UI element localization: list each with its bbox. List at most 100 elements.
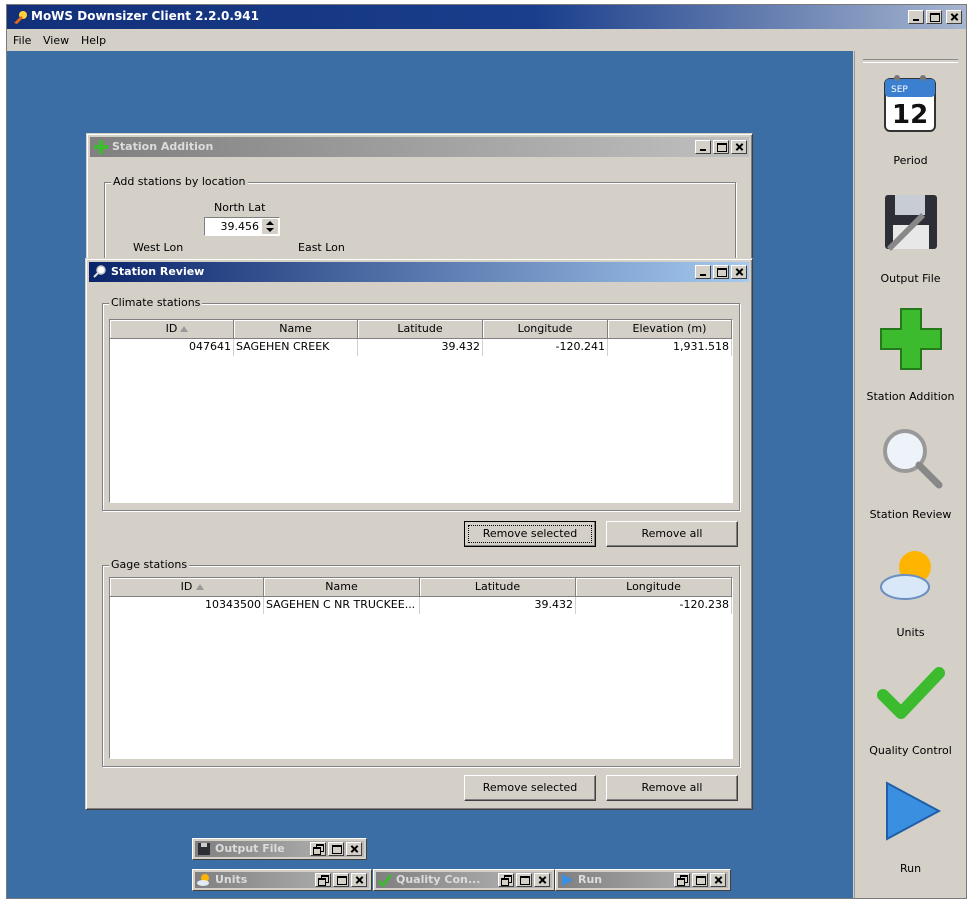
tool-run[interactable]: Run xyxy=(855,771,966,883)
column-header-latitude[interactable]: Latitude xyxy=(358,320,483,339)
sort-ascending-icon xyxy=(196,584,204,590)
cell-id: 047641 xyxy=(110,339,234,356)
green-plus-icon xyxy=(880,308,942,370)
column-header-longitude[interactable]: Longitude xyxy=(483,320,608,339)
svg-text:SEP: SEP xyxy=(891,85,908,95)
close-button[interactable] xyxy=(731,265,747,279)
cell-name: SAGEHEN CREEK xyxy=(234,339,358,356)
climate-remove-all-button[interactable]: Remove all xyxy=(606,521,738,547)
tool-output-file-label: Output File xyxy=(880,272,941,285)
station-review-title-bar[interactable]: Station Review xyxy=(89,262,749,282)
app-title-bar[interactable]: MoWS Downsizer Client 2.2.0.941 xyxy=(7,5,966,29)
north-lat-label: North Lat xyxy=(214,201,266,214)
column-header-id[interactable]: ID xyxy=(110,578,264,597)
checkmark-icon xyxy=(378,874,392,887)
minimized-quality-control-window[interactable]: Quality Con... xyxy=(373,869,555,891)
climate-stations-label: Climate stations xyxy=(109,296,203,309)
spinner-arrows-icon[interactable] xyxy=(262,219,278,234)
close-button[interactable] xyxy=(946,10,962,24)
menu-file[interactable]: File xyxy=(13,34,31,47)
cell-latitude: 39.432 xyxy=(358,339,483,356)
minimized-units-window[interactable]: Units xyxy=(192,869,372,891)
station-addition-title-bar[interactable]: Station Addition xyxy=(90,137,749,157)
maximize-button[interactable] xyxy=(333,873,349,887)
north-lat-value: 39.456 xyxy=(220,220,260,233)
tool-run-label: Run xyxy=(899,862,922,875)
tool-station-review[interactable]: Station Review xyxy=(855,417,966,529)
play-arrow-icon xyxy=(886,781,942,841)
column-header-longitude[interactable]: Longitude xyxy=(576,578,732,597)
gage-remove-selected-button[interactable]: Remove selected xyxy=(464,775,596,801)
menu-bar: File View Help xyxy=(7,29,966,51)
app-title: MoWS Downsizer Client 2.2.0.941 xyxy=(31,9,259,23)
tool-output-file[interactable]: Output File xyxy=(855,181,966,293)
cell-longitude: -120.241 xyxy=(483,339,608,356)
minimized-output-file-window[interactable]: Output File xyxy=(192,838,367,860)
column-header-name[interactable]: Name xyxy=(234,320,358,339)
sun-cloud-icon xyxy=(197,874,209,886)
checkmark-icon xyxy=(877,667,945,719)
tool-units-label: Units xyxy=(896,626,925,639)
maximize-button[interactable] xyxy=(692,873,708,887)
svg-text:12: 12 xyxy=(892,100,928,130)
west-lon-label: West Lon xyxy=(133,241,184,254)
restore-button[interactable] xyxy=(498,873,514,887)
minimize-button[interactable] xyxy=(695,140,711,154)
tool-station-addition-label: Station Addition xyxy=(866,390,955,403)
sort-ascending-icon xyxy=(180,326,188,332)
east-lon-label: East Lon xyxy=(298,241,345,254)
maximize-button[interactable] xyxy=(328,842,344,856)
floppy-disk-icon xyxy=(885,195,937,251)
maximize-button[interactable] xyxy=(516,873,532,887)
maximize-button[interactable] xyxy=(926,10,942,24)
station-review-title: Station Review xyxy=(111,265,205,278)
calendar-icon: SEP 12 xyxy=(884,75,936,132)
gage-stations-table[interactable]: ID Name Latitude Longitude 10343500 SAGE… xyxy=(109,577,733,759)
close-button[interactable] xyxy=(346,842,362,856)
climate-remove-selected-button[interactable]: Remove selected xyxy=(464,521,596,547)
minimized-quality-control-label: Quality Con... xyxy=(396,873,481,886)
minimize-button[interactable] xyxy=(908,10,924,24)
cell-elevation: 1,931.518 xyxy=(608,339,732,356)
cell-longitude: -120.238 xyxy=(576,597,732,614)
maximize-button[interactable] xyxy=(713,265,729,279)
floppy-disk-icon xyxy=(198,843,210,855)
close-button[interactable] xyxy=(731,140,747,154)
cell-id: 10343500 xyxy=(110,597,264,614)
restore-button[interactable] xyxy=(310,842,326,856)
column-header-name[interactable]: Name xyxy=(264,578,420,597)
column-header-elevation[interactable]: Elevation (m) xyxy=(608,320,732,339)
climate-stations-table[interactable]: ID Name Latitude Longitude Elevation (m)… xyxy=(109,319,733,503)
minimized-output-file-label: Output File xyxy=(215,842,285,855)
tool-units[interactable]: Units xyxy=(855,535,966,647)
close-button[interactable] xyxy=(351,873,367,887)
add-by-location-label: Add stations by location xyxy=(111,175,248,188)
column-header-id[interactable]: ID xyxy=(110,320,234,339)
north-lat-spinner[interactable]: 39.456 xyxy=(204,217,280,236)
close-button[interactable] xyxy=(710,873,726,887)
menu-help[interactable]: Help xyxy=(81,34,106,47)
tool-sidebar: SEP 12 Period Output File Station Additi… xyxy=(854,51,966,898)
station-addition-window: Station Addition Add stations by locatio… xyxy=(86,133,753,274)
tool-period[interactable]: SEP 12 Period xyxy=(855,63,966,175)
station-addition-title: Station Addition xyxy=(112,140,214,153)
app-window: MoWS Downsizer Client 2.2.0.941 File Vie… xyxy=(6,4,967,899)
magnifier-icon xyxy=(883,429,943,489)
column-header-latitude[interactable]: Latitude xyxy=(420,578,576,597)
maximize-button[interactable] xyxy=(713,140,729,154)
restore-button[interactable] xyxy=(315,873,331,887)
restore-button[interactable] xyxy=(674,873,690,887)
magnifier-icon xyxy=(93,265,106,278)
tool-station-review-label: Station Review xyxy=(869,508,952,521)
minimized-run-label: Run xyxy=(578,873,603,886)
gage-remove-all-button[interactable]: Remove all xyxy=(606,775,738,801)
menu-view[interactable]: View xyxy=(43,34,69,47)
play-arrow-icon xyxy=(562,874,573,886)
close-button[interactable] xyxy=(534,873,550,887)
minimize-button[interactable] xyxy=(695,265,711,279)
minimized-run-window[interactable]: Run xyxy=(555,869,731,891)
cell-name: SAGEHEN C NR TRUCKEE... xyxy=(264,597,420,614)
green-plus-icon xyxy=(94,140,108,154)
tool-station-addition[interactable]: Station Addition xyxy=(855,299,966,411)
tool-quality-control[interactable]: Quality Control xyxy=(855,653,966,765)
